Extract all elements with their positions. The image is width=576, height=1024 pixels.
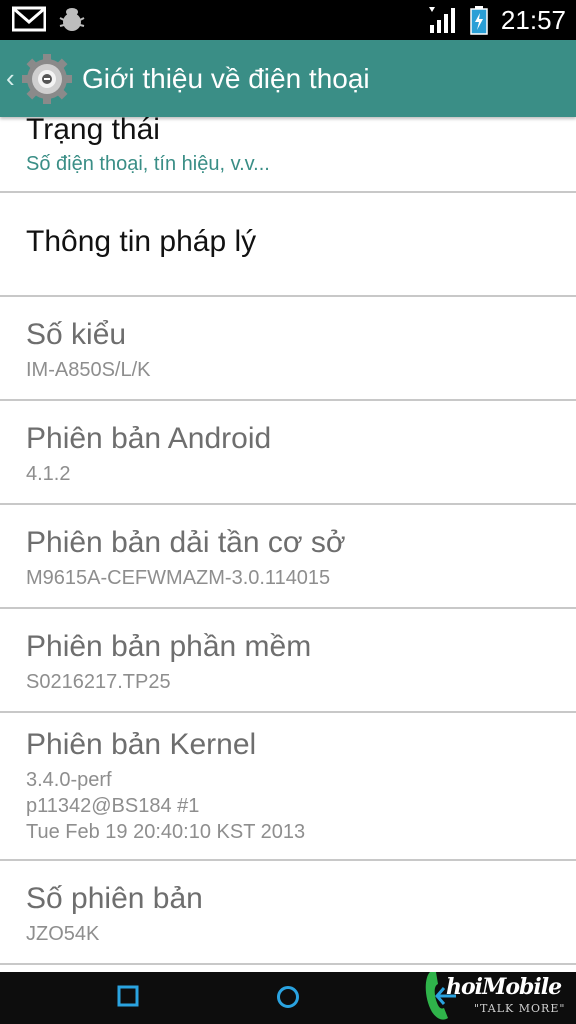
list-item-android-version: Phiên bản Android 4.1.2 [0, 401, 576, 505]
item-title: Trạng thái [26, 113, 160, 146]
signal-icon [428, 7, 455, 33]
item-summary: 3.4.0-perf p11342@BS184 #1 Tue Feb 19 20… [26, 767, 576, 845]
item-summary: IM-A850S/L/K [26, 357, 576, 383]
item-title: Phiên bản phần mềm [26, 630, 312, 663]
settings-gear-icon[interactable] [20, 52, 74, 106]
item-summary-line: 3.4.0-perf [26, 769, 112, 791]
home-icon[interactable] [276, 985, 300, 1009]
item-summary-line: Số điện thoại, tín hiệu, v.v... [26, 153, 270, 175]
list-item-model-number: Số kiểu IM-A850S/L/K [0, 297, 576, 401]
gmail-icon [12, 6, 46, 32]
item-summary-line: p11342@BS184 #1 [26, 795, 200, 817]
list-item-legal-info[interactable]: Thông tin pháp lý [0, 193, 576, 297]
item-title: Số phiên bản [26, 882, 203, 915]
watermark-text: hoiMobile [446, 974, 562, 1000]
settings-list: Trạng thái Số điện thoại, tín hiệu, v.v.… [0, 113, 576, 965]
status-time: 21:57 [500, 5, 566, 35]
item-summary: S0216217.TP25 [26, 669, 576, 695]
list-item-baseband-version: Phiên bản dải tần cơ sở M9615A-CEFWMAZM-… [0, 505, 576, 609]
recent-apps-icon[interactable] [117, 985, 139, 1007]
status-left-icons [12, 6, 86, 32]
list-item-build-number: Số phiên bản JZO54K [0, 861, 576, 965]
item-title: Thông tin pháp lý [26, 225, 257, 258]
list-item-status[interactable]: Trạng thái Số điện thoại, tín hiệu, v.v.… [0, 112, 576, 193]
item-summary-line: M9615A-CEFWMAZM-3.0.114015 [26, 567, 331, 589]
item-title: Số kiểu [26, 318, 127, 351]
item-summary-line: Tue Feb 19 20:40:10 KST 2013 [26, 821, 306, 843]
page-title: Giới thiệu về điện thoại [82, 62, 370, 94]
item-title: Phiên bản Android [26, 422, 272, 455]
item-title: Phiên bản dải tần cơ sở [26, 526, 346, 559]
battery-icon [470, 6, 488, 35]
up-caret-icon[interactable]: ‹ [6, 63, 18, 94]
action-bar: ‹ Giới thiệu về điện thoại [0, 40, 576, 117]
watermark-logo: hoiMobile "TALK MORE" [422, 968, 572, 1024]
item-summary: Số điện thoại, tín hiệu, v.v... [26, 151, 576, 177]
item-summary-line: 4.1.2 [26, 463, 71, 485]
item-summary: M9615A-CEFWMAZM-3.0.114015 [26, 565, 576, 591]
bug-icon [59, 8, 85, 31]
item-summary: JZO54K [26, 921, 576, 947]
item-summary-line: JZO54K [26, 923, 100, 945]
item-summary-line: S0216217.TP25 [26, 671, 171, 693]
item-summary-line: IM-A850S/L/K [26, 359, 151, 381]
list-item-software-version: Phiên bản phần mềm S0216217.TP25 [0, 609, 576, 713]
list-item-kernel-version: Phiên bản Kernel 3.4.0-perf p11342@BS184… [0, 713, 576, 861]
item-title: Phiên bản Kernel [26, 728, 257, 761]
status-right-icons: 21:57 [427, 4, 566, 36]
watermark-tagline: "TALK MORE" [474, 1002, 566, 1015]
status-bar: 21:57 [0, 0, 576, 40]
item-summary: 4.1.2 [26, 461, 576, 487]
